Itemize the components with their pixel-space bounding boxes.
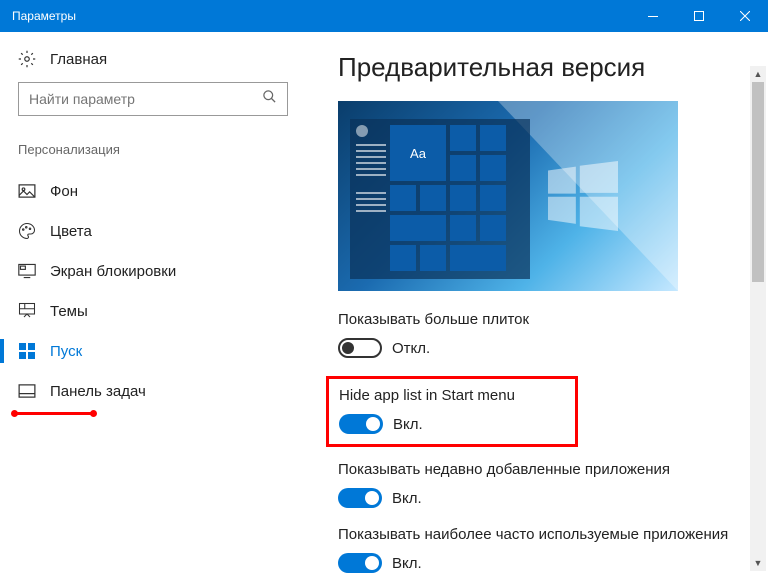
home-nav[interactable]: Главная (18, 50, 310, 68)
maximize-button[interactable] (676, 0, 722, 32)
close-button[interactable] (722, 0, 768, 32)
toggle-most-used-apps[interactable] (338, 553, 382, 573)
search-box[interactable] (18, 82, 288, 116)
scroll-down-icon[interactable]: ▼ (750, 555, 766, 571)
titlebar: Параметры (0, 0, 768, 32)
sidebar-item-label: Темы (50, 303, 88, 320)
sidebar-item-label: Панель задач (50, 383, 146, 400)
start-icon (18, 342, 36, 360)
setting-recent-apps: Показывать недавно добавленные приложени… (338, 461, 740, 508)
page-title: Предварительная версия (338, 52, 740, 83)
brush-icon (18, 302, 36, 320)
sidebar-item-taskbar[interactable]: Панель задач (0, 371, 310, 411)
setting-label: Показывать больше плиток (338, 311, 740, 328)
taskbar-icon (18, 382, 36, 400)
sidebar-item-background[interactable]: Фон (0, 171, 310, 211)
annotation-marker (14, 412, 94, 415)
preview-tile-text: Aa (390, 125, 446, 181)
sidebar-item-lockscreen[interactable]: Экран блокировки (0, 251, 310, 291)
start-preview[interactable]: Aa (338, 101, 678, 291)
search-input[interactable] (29, 91, 262, 107)
sidebar: Главная Персонализация Фон Цвета Экран б… (0, 32, 310, 573)
setting-hide-app-list: Hide app list in Start menu Вкл. (339, 387, 515, 434)
window-title: Параметры (12, 9, 630, 23)
sidebar-item-label: Фон (50, 183, 78, 200)
scrollbar-thumb[interactable] (752, 82, 764, 282)
setting-most-used-apps: Показывать наиболее часто используемые п… (338, 526, 740, 573)
start-menu-mock: Aa (350, 119, 530, 279)
annotation-highlight: Hide app list in Start menu Вкл. (326, 376, 578, 447)
windows-logo-icon (548, 161, 618, 236)
toggle-state: Вкл. (392, 555, 422, 572)
main-panel: Предварительная версия Aa (310, 32, 768, 573)
section-label: Персонализация (18, 142, 310, 157)
home-label: Главная (50, 51, 107, 68)
scrollbar[interactable]: ▲ ▼ (750, 66, 766, 571)
toggle-state: Вкл. (393, 416, 423, 433)
toggle-state: Откл. (392, 340, 430, 357)
sidebar-item-colors[interactable]: Цвета (0, 211, 310, 251)
setting-label: Показывать недавно добавленные приложени… (338, 461, 740, 478)
palette-icon (18, 222, 36, 240)
sidebar-item-start[interactable]: Пуск (0, 331, 310, 371)
minimize-button[interactable] (630, 0, 676, 32)
sidebar-item-label: Цвета (50, 223, 92, 240)
toggle-recent-apps[interactable] (338, 488, 382, 508)
sidebar-item-label: Экран блокировки (50, 263, 176, 280)
toggle-state: Вкл. (392, 490, 422, 507)
scroll-up-icon[interactable]: ▲ (750, 66, 766, 82)
sidebar-item-themes[interactable]: Темы (0, 291, 310, 331)
setting-label: Показывать наиболее часто используемые п… (338, 526, 740, 543)
setting-label: Hide app list in Start menu (339, 387, 515, 404)
gear-icon (18, 50, 36, 68)
search-icon (262, 89, 277, 109)
toggle-hide-app-list[interactable] (339, 414, 383, 434)
setting-more-tiles: Показывать больше плиток Откл. (338, 311, 740, 358)
sidebar-item-label: Пуск (50, 343, 82, 360)
picture-icon (18, 182, 36, 200)
toggle-more-tiles[interactable] (338, 338, 382, 358)
monitor-icon (18, 262, 36, 280)
